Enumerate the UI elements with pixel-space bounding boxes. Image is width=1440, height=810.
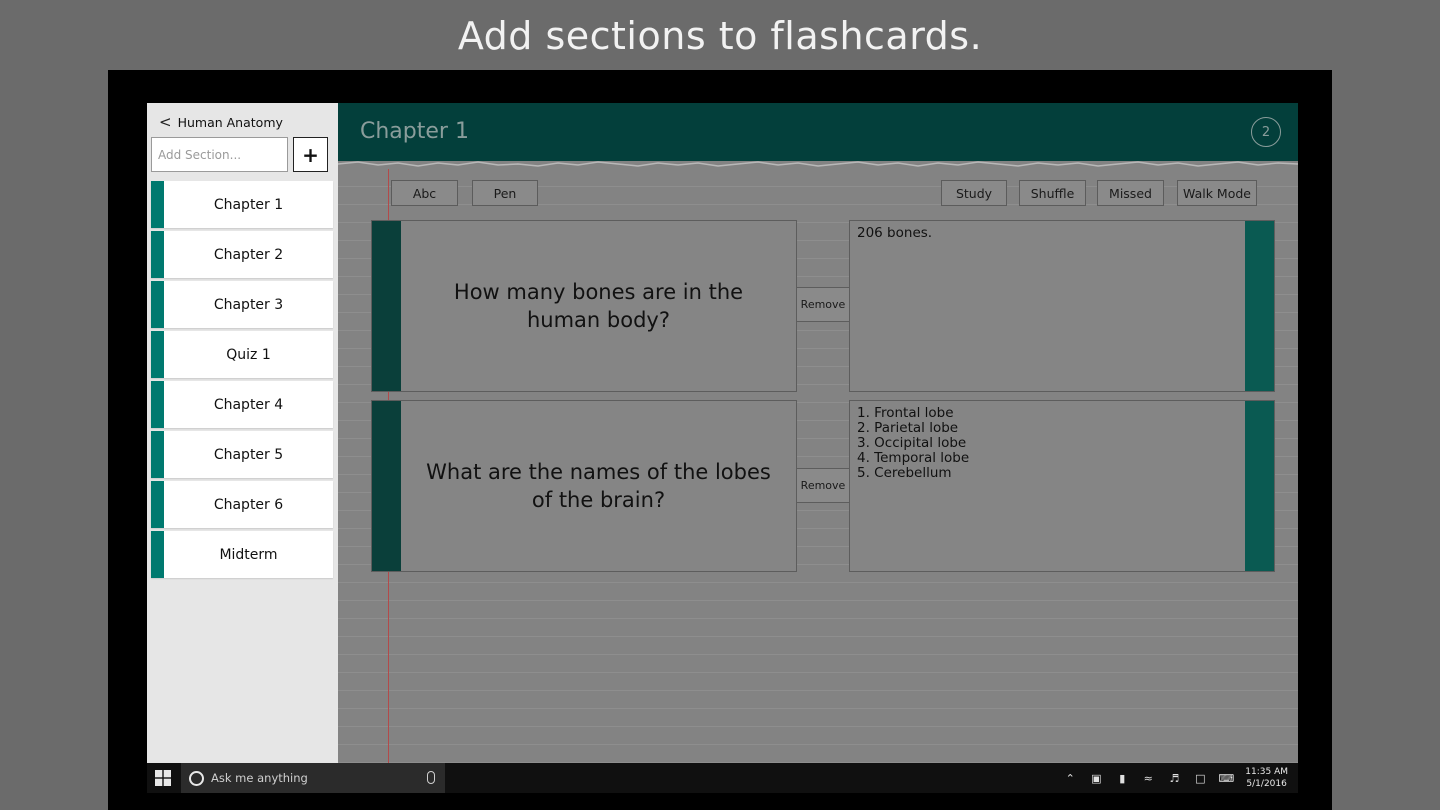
section-title: Chapter 1 bbox=[360, 119, 469, 144]
action-center-icon[interactable]: □ bbox=[1193, 772, 1207, 785]
section-color-tab bbox=[151, 331, 164, 378]
cortana-search-box[interactable]: Ask me anything bbox=[181, 763, 445, 793]
notebook-title: Human Anatomy bbox=[177, 114, 283, 130]
device-icon[interactable]: ▣ bbox=[1089, 772, 1103, 785]
cortana-icon bbox=[189, 770, 204, 786]
section-label: Chapter 5 bbox=[213, 446, 284, 463]
answer-text: 1. Frontal lobe 2. Parietal lobe 3. Occi… bbox=[857, 405, 970, 481]
flashcard-area: Chapter 1 2 Abc Pen Study Shuffle Missed… bbox=[338, 103, 1298, 763]
section-item-chapter-5[interactable]: Chapter 5 bbox=[151, 431, 333, 478]
study-button[interactable]: Study bbox=[941, 180, 1007, 206]
remove-card-button[interactable]: Remove bbox=[796, 468, 850, 503]
torn-paper-edge bbox=[338, 161, 1298, 167]
section-item-chapter-6[interactable]: Chapter 6 bbox=[151, 481, 333, 528]
keyboard-icon[interactable]: ⌨ bbox=[1218, 772, 1234, 785]
promo-banner-text: Add sections to flashcards. bbox=[457, 14, 983, 58]
section-label: Chapter 6 bbox=[213, 496, 284, 513]
section-color-tab bbox=[151, 231, 164, 278]
section-label: Chapter 3 bbox=[213, 296, 284, 313]
question-text: How many bones are in the human body? bbox=[453, 280, 744, 332]
section-label: Quiz 1 bbox=[226, 346, 271, 363]
clock-time: 11:35 AM bbox=[1245, 767, 1288, 777]
flashcard-question[interactable]: What are the names of the lobes of the b… bbox=[371, 400, 797, 572]
section-item-chapter-1[interactable]: Chapter 1 bbox=[151, 181, 333, 228]
section-label: Midterm bbox=[219, 546, 278, 563]
chevron-left-icon: < bbox=[159, 113, 172, 131]
card-color-bar bbox=[372, 401, 401, 571]
sections-sidebar: < Human Anatomy + Chapter 1 Chapter 2 Ch… bbox=[147, 103, 338, 763]
section-list: Chapter 1 Chapter 2 Chapter 3 Quiz 1 Cha… bbox=[151, 181, 333, 581]
section-header: Chapter 1 2 bbox=[338, 103, 1298, 161]
section-label: Chapter 1 bbox=[213, 196, 284, 213]
flashcard-answer[interactable]: 1. Frontal lobe 2. Parietal lobe 3. Occi… bbox=[849, 400, 1275, 572]
abc-button[interactable]: Abc bbox=[391, 180, 458, 206]
system-tray: ⌃ ▣ ▮ ≈ ♬ □ ⌨ 11:35 AM 5/1/2016 bbox=[1063, 763, 1298, 793]
section-item-chapter-2[interactable]: Chapter 2 bbox=[151, 231, 333, 278]
section-color-tab bbox=[151, 181, 164, 228]
chevron-up-icon[interactable]: ⌃ bbox=[1063, 772, 1077, 785]
flashcard-question[interactable]: How many bones are in the human body? bbox=[371, 220, 797, 392]
section-item-quiz-1[interactable]: Quiz 1 bbox=[151, 331, 333, 378]
battery-icon[interactable]: ▮ bbox=[1115, 772, 1129, 785]
windows-taskbar: Ask me anything ⌃ ▣ ▮ ≈ ♬ □ ⌨ 11:35 AM 5… bbox=[147, 763, 1298, 793]
answer-text: 206 bones. bbox=[857, 225, 933, 241]
shuffle-button[interactable]: Shuffle bbox=[1019, 180, 1086, 206]
add-section-input[interactable] bbox=[151, 137, 288, 172]
section-item-chapter-4[interactable]: Chapter 4 bbox=[151, 381, 333, 428]
remove-card-button[interactable]: Remove bbox=[796, 287, 850, 322]
back-button[interactable]: < Human Anatomy bbox=[159, 113, 283, 131]
section-color-tab bbox=[151, 281, 164, 328]
microphone-icon[interactable] bbox=[427, 771, 435, 784]
search-placeholder: Ask me anything bbox=[211, 771, 308, 785]
add-section-button[interactable]: + bbox=[293, 137, 328, 172]
section-label: Chapter 4 bbox=[213, 396, 284, 413]
section-item-chapter-3[interactable]: Chapter 3 bbox=[151, 281, 333, 328]
section-color-tab bbox=[151, 531, 164, 578]
section-color-tab bbox=[151, 481, 164, 528]
pen-button[interactable]: Pen bbox=[472, 180, 538, 206]
clock-date: 5/1/2016 bbox=[1246, 779, 1287, 789]
section-color-tab bbox=[151, 381, 164, 428]
card-color-bar bbox=[372, 221, 401, 391]
missed-button[interactable]: Missed bbox=[1097, 180, 1164, 206]
section-item-midterm[interactable]: Midterm bbox=[151, 531, 333, 578]
card-color-bar bbox=[1245, 221, 1274, 391]
clock[interactable]: 11:35 AM 5/1/2016 bbox=[1245, 766, 1288, 790]
volume-icon[interactable]: ♬ bbox=[1167, 772, 1181, 785]
flashcard-answer[interactable]: 206 bones. bbox=[849, 220, 1275, 392]
walk-mode-button[interactable]: Walk Mode bbox=[1177, 180, 1257, 206]
question-text: What are the names of the lobes of the b… bbox=[426, 460, 771, 512]
section-label: Chapter 2 bbox=[213, 246, 284, 263]
section-color-tab bbox=[151, 431, 164, 478]
wifi-icon[interactable]: ≈ bbox=[1141, 772, 1155, 785]
windows-start-icon[interactable] bbox=[155, 770, 171, 786]
card-color-bar bbox=[1245, 401, 1274, 571]
card-count-badge[interactable]: 2 bbox=[1251, 117, 1281, 147]
